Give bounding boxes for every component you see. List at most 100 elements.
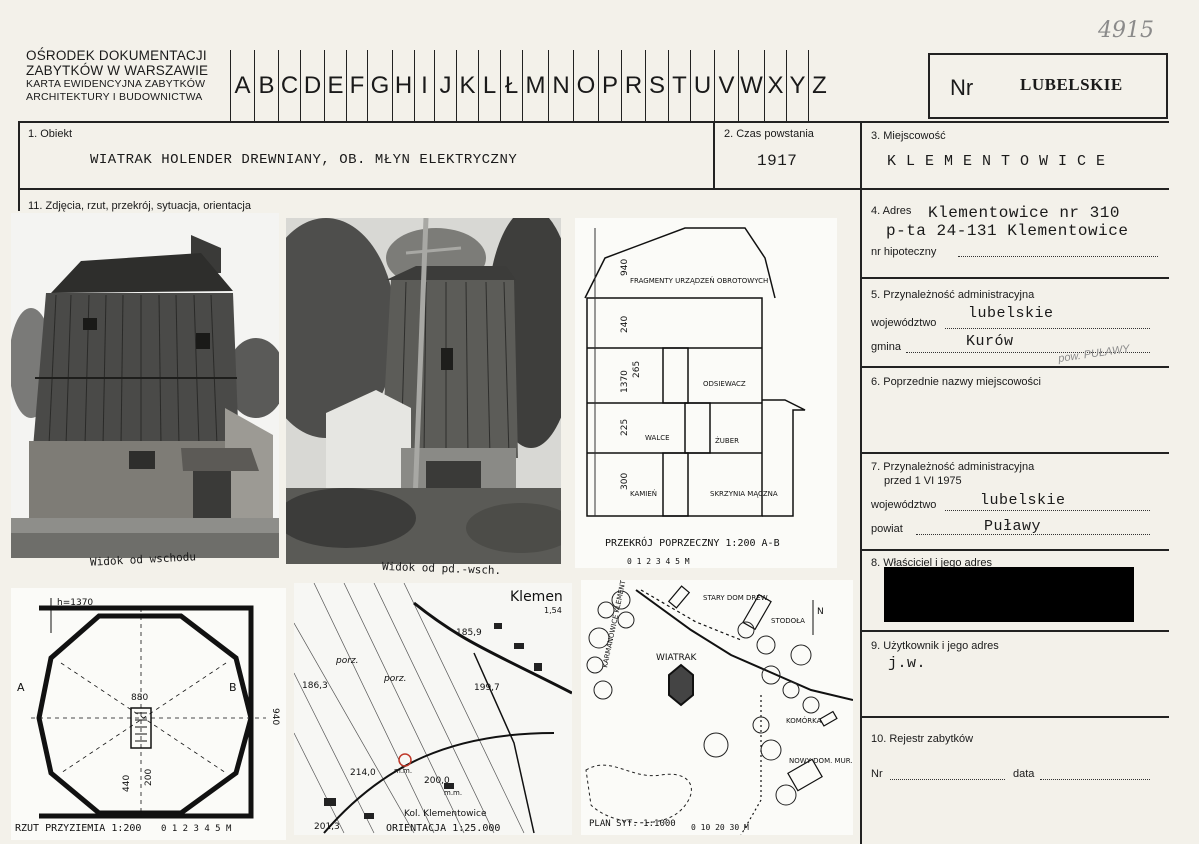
section-room-kamien: KAMIEŃ [630, 489, 657, 498]
section-room-odsiewacz: ODSIEWACZ [703, 380, 746, 388]
voivodeship-stamp: LUBELSKIE [1020, 75, 1123, 94]
number-box: Nr LUBELSKIE [928, 53, 1168, 119]
map-mm-2: m.m. [444, 789, 462, 797]
site-barn: STODOŁA [771, 617, 805, 625]
plan-title: RZUT PRZYZIEMIA 1:200 [15, 823, 141, 834]
dim-265: 265 [632, 361, 642, 378]
hipoteczny-label: nr hipoteczny [871, 246, 937, 258]
dotted-line [945, 510, 1150, 511]
dotted-line [890, 779, 1005, 780]
plan-scale: 0 1 2 3 4 5 M [161, 824, 232, 834]
section-title: PRZEKRÓJ POPRZECZNY 1:200 A-B [605, 536, 780, 549]
divider [713, 121, 715, 189]
plan-label-a: A [17, 681, 25, 694]
index-letter: V [714, 50, 738, 122]
czas-label: 2. Czas powstania [724, 128, 814, 140]
record-card: 4915 OŚRODEK DOKUMENTACJI ZABYTKÓW W WAR… [0, 0, 1199, 844]
section-fragment-label: FRAGMENTY URZĄDZEŃ OBROTOWYCH [630, 276, 768, 285]
map-colony: Kol. Klementowice [404, 809, 487, 819]
divider [18, 121, 1169, 123]
index-letter: B [254, 50, 278, 122]
dotted-line [1040, 779, 1150, 780]
plan-dim-200: 200 [144, 769, 154, 786]
index-letter: N [548, 50, 573, 122]
index-letter: A [230, 50, 254, 122]
map-elev-2140: 214,0 [350, 768, 376, 778]
index-letter: P [598, 50, 621, 122]
adres-value-2: p-ta 24-131 Klementowice [886, 222, 1129, 240]
dim-940: 940 [620, 259, 630, 276]
index-letter: T [668, 50, 690, 122]
index-letter: D [300, 50, 324, 122]
divider [860, 452, 1169, 454]
map-mm-1: m.m. [394, 767, 412, 775]
index-letter: Y [786, 50, 808, 122]
dim-225: 225 [620, 419, 630, 436]
index-letter: E [324, 50, 346, 122]
plan-label-b: B [229, 681, 237, 694]
miejscowosc-label: 3. Miejscowość [871, 130, 946, 142]
poprzednie-nazwy-label: 6. Poprzednie nazwy miejscowości [871, 376, 1041, 388]
org-line-2: ZABYTKÓW W WARSZAWIE [26, 63, 209, 78]
handwritten-number: 4915 [1098, 18, 1154, 43]
photo-southeast-view [286, 218, 561, 564]
map-elev-2013: 201,3 [314, 822, 340, 832]
przynaleznosc-1975-label: 7. Przynależność administracyjna [871, 461, 1035, 473]
index-letter: G [367, 50, 392, 122]
redaction-block [884, 567, 1134, 622]
section-room-walce: WALCE [645, 434, 670, 442]
plan-dim-940: 940 [270, 708, 280, 725]
plan-dim-440: 440 [122, 775, 132, 792]
divider [860, 366, 1169, 368]
przed-1975-label: przed 1 VI 1975 [884, 475, 962, 487]
map-porz-1: porz. [335, 656, 359, 666]
divider [18, 188, 1169, 190]
wojewodztwo-label: województwo [871, 317, 937, 329]
photo2-caption: Widok od pd.-wsch. [381, 559, 502, 578]
map-elev-1859: 185,9 [456, 628, 482, 638]
zdjecia-label: 11. Zdjęcia, rzut, przekrój, sytuacja, o… [28, 200, 251, 212]
dim-1370: 1370 [620, 370, 630, 393]
index-letter: X [764, 50, 786, 122]
index-letter: L [478, 50, 500, 122]
obiekt-value: WIATRAK HOLENDER DREWNIANY, OB. MŁYN ELE… [90, 152, 518, 168]
wojewodztwo-1975-value: lubelskie [980, 492, 1066, 509]
org-line-4: ARCHITEKTURY I BUDOWNICTWA [26, 91, 203, 103]
rejestr-label: 10. Rejestr zabytków [871, 733, 974, 745]
index-letter: R [621, 50, 645, 122]
rejestr-nr-label: Nr [871, 768, 883, 780]
divider [860, 716, 1169, 718]
index-letter: I [414, 50, 434, 122]
map-orientation: ORIENTACJA 1:25.000 [386, 823, 500, 834]
plan-dim-880: 880 [131, 693, 148, 703]
index-letter: Ł [500, 50, 522, 122]
index-letter: U [690, 50, 714, 122]
rejestr-data-label: data [1013, 768, 1035, 780]
powiat-label: powiat [871, 523, 903, 535]
nr-label: Nr [950, 75, 974, 100]
photo-east-view [11, 213, 279, 558]
index-letter: S [645, 50, 668, 122]
ground-plan-drawing: h=1370 A B 880 940 440 200 RZUT PRZYZIEM… [11, 588, 286, 840]
section-room-skrzynia: SKRZYNIA MĄCZNA [710, 490, 778, 498]
site-old-house: STARY DOM DREW. [703, 594, 769, 602]
index-letter: C [278, 50, 300, 122]
gmina-label: gmina [871, 341, 901, 353]
organization-header: OŚRODEK DOKUMENTACJI ZABYTKÓW W WARSZAWI… [26, 48, 226, 104]
dotted-line [958, 256, 1158, 257]
index-letter: J [434, 50, 456, 122]
divider [860, 549, 1169, 551]
divider [860, 121, 862, 844]
index-letter: W [738, 50, 764, 122]
adres-label: 4. Adres [871, 205, 912, 217]
site-scale: 0 10 20 30 M [691, 823, 749, 832]
plan-height: h=1370 [57, 598, 93, 608]
site-windmill: WIATRAK [656, 653, 698, 663]
wojewodztwo-value: lubelskie [968, 305, 1054, 322]
dotted-line [945, 328, 1150, 329]
site-north: N [817, 607, 824, 617]
index-letter: F [346, 50, 367, 122]
index-letter: M [522, 50, 548, 122]
miejscowosc-value: K L E M E N T O W I C E [887, 153, 1106, 170]
map-elev-2000: 200,0 [424, 776, 450, 786]
